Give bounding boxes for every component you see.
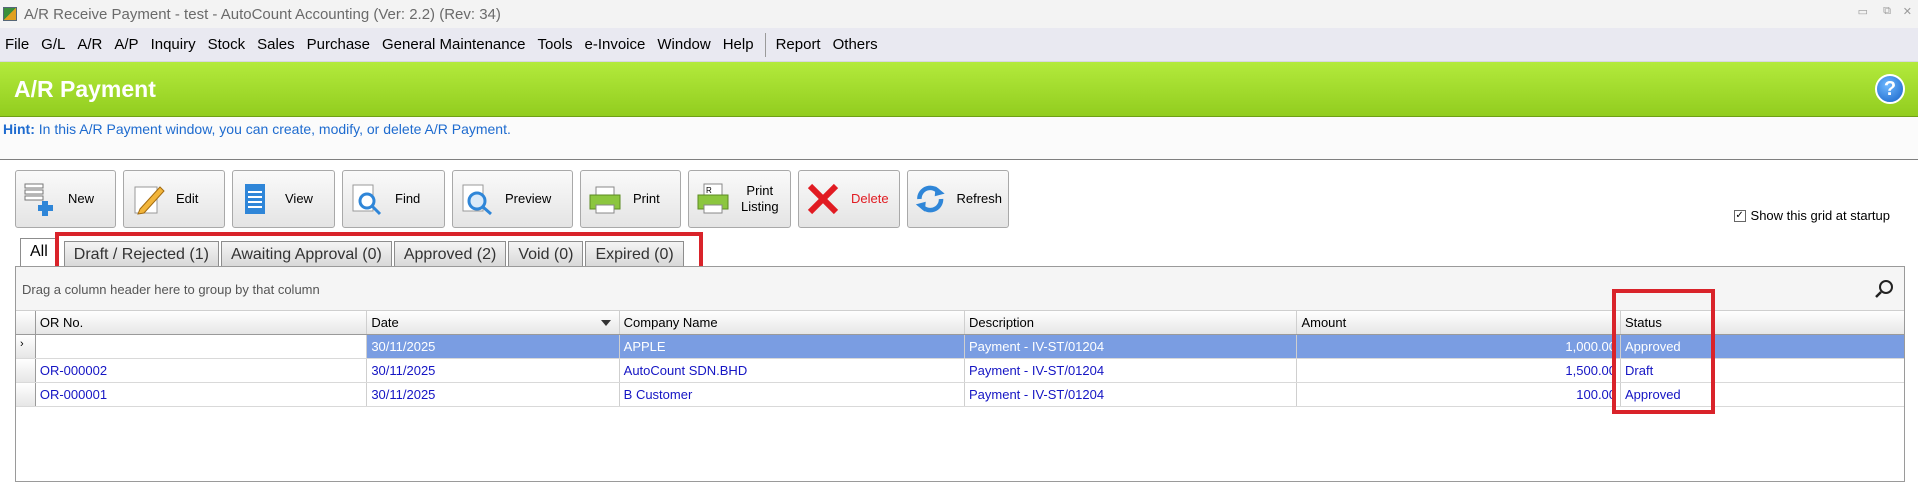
column-header-date-label: Date [371,315,399,330]
hint-text: In this A/R Payment window, you can crea… [38,121,511,137]
menu-stock[interactable]: Stock [207,34,247,55]
menu-others[interactable]: Others [832,34,879,55]
edit-label: Edit [176,191,199,206]
view-document-icon [245,184,265,214]
menu-help[interactable]: Help [722,34,755,55]
print-listing-icon: R [697,183,729,214]
column-header-amount[interactable]: Amount [1297,311,1622,334]
preview-magnifier-icon [462,184,492,216]
restore-icon[interactable]: ⧉ [1883,5,1891,18]
menu-file[interactable]: File [4,34,30,55]
startup-label: Show this grid at startup [1750,208,1890,223]
print-label: Print [633,191,660,206]
hint-panel: Hint: In this A/R Payment window, you ca… [0,117,1918,160]
preview-label: Preview [505,191,552,206]
close-icon[interactable]: ✕ [1903,5,1912,18]
cell-or-no[interactable]: OR-000002 [36,359,368,382]
title-bar: A/R Receive Payment - test - AutoCount A… [0,0,1918,28]
menu-ap[interactable]: A/P [113,34,139,55]
page-title: A/R Payment [14,76,156,102]
column-header-or-no[interactable]: OR No. [36,311,368,334]
preview-button[interactable]: Preview [452,170,573,228]
minimize-icon[interactable]: ▭ [1858,5,1868,18]
edit-button[interactable]: Edit [123,170,225,228]
print-listing-label-line1: Print [746,183,774,198]
svg-text:R: R [706,186,712,195]
page-banner: A/R Payment ? [0,62,1918,117]
menu-gl[interactable]: G/L [40,34,66,55]
find-magnifier-icon [352,184,382,216]
printer-icon [589,186,621,214]
menu-general-maintenance[interactable]: General Maintenance [381,34,526,55]
menu-sales[interactable]: Sales [256,34,296,55]
cell-or-no[interactable]: OR-000001 [36,383,368,406]
find-button[interactable]: Find [342,170,445,228]
find-label: Find [395,191,421,206]
search-icon[interactable] [1874,279,1894,299]
menu-purchase[interactable]: Purchase [306,34,371,55]
refresh-icon [915,185,945,213]
column-header-date[interactable]: Date [367,311,620,334]
cell-description[interactable]: Payment - IV-ST/01204 [965,335,1298,358]
help-icon[interactable]: ? [1875,74,1905,104]
cell-amount[interactable]: 100.00 [1297,383,1622,406]
refresh-button[interactable]: Refresh [907,170,1009,228]
delete-label: Delete [851,191,889,206]
menu-separator [764,32,766,57]
print-listing-button[interactable]: R Print Listing [688,170,791,228]
show-grid-at-startup[interactable]: ✓ Show this grid at startup [1733,208,1890,223]
cell-company-name[interactable]: APPLE [620,335,965,358]
view-button[interactable]: View [232,170,335,228]
new-label: New [68,191,95,206]
print-listing-label: Print Listing [741,183,779,215]
cell-or-no[interactable]: OR-000003 [35,335,368,358]
refresh-label: Refresh [956,191,1002,206]
row-indicator [16,383,36,406]
print-button[interactable]: Print [580,170,681,228]
window-title: A/R Receive Payment - test - AutoCount A… [24,5,501,23]
cell-description[interactable]: Payment - IV-ST/01204 [965,359,1298,382]
status-highlight-box [1612,289,1715,414]
column-header-description[interactable]: Description [965,311,1298,334]
startup-checkbox[interactable]: ✓ [1733,209,1746,222]
row-indicator: › [16,335,36,358]
cell-description[interactable]: Payment - IV-ST/01204 [965,383,1298,406]
row-indicator-header [16,311,36,334]
edit-pencil-icon [134,186,165,215]
group-by-hint: Drag a column header here to group by th… [22,282,320,297]
cell-company-name[interactable]: AutoCount SDN.BHD [620,359,965,382]
menu-report[interactable]: Report [775,34,822,55]
menu-ar[interactable]: A/R [76,34,103,55]
cell-date[interactable]: 30/11/2025 [367,383,620,406]
view-label: View [285,191,313,206]
menu-tools[interactable]: Tools [536,34,573,55]
menu-e-invoice[interactable]: e-Invoice [583,34,646,55]
toolbar: New Edit View Find Preview Print R Print… [15,170,1016,228]
row-indicator [16,359,36,382]
tab-all[interactable]: All [20,238,58,268]
cell-amount[interactable]: 1,500.00 [1297,359,1622,382]
cell-amount[interactable]: 1,000.00 [1297,335,1622,358]
cell-date[interactable]: 30/11/2025 [367,335,620,358]
column-header-company-name[interactable]: Company Name [620,311,965,334]
cell-company-name[interactable]: B Customer [620,383,965,406]
app-logo-icon [3,7,17,21]
sort-desc-icon [600,320,611,326]
cell-date[interactable]: 30/11/2025 [367,359,620,382]
print-listing-label-line2: Listing [741,199,779,214]
menu-bar: File G/L A/R A/P Inquiry Stock Sales Pur… [0,28,1918,62]
menu-inquiry[interactable]: Inquiry [150,34,197,55]
new-button[interactable]: New [15,170,116,228]
delete-button[interactable]: Delete [798,170,900,228]
hint-label: Hint: [3,121,35,137]
menu-window[interactable]: Window [656,34,711,55]
new-document-icon [24,183,53,216]
delete-x-icon [807,183,839,215]
